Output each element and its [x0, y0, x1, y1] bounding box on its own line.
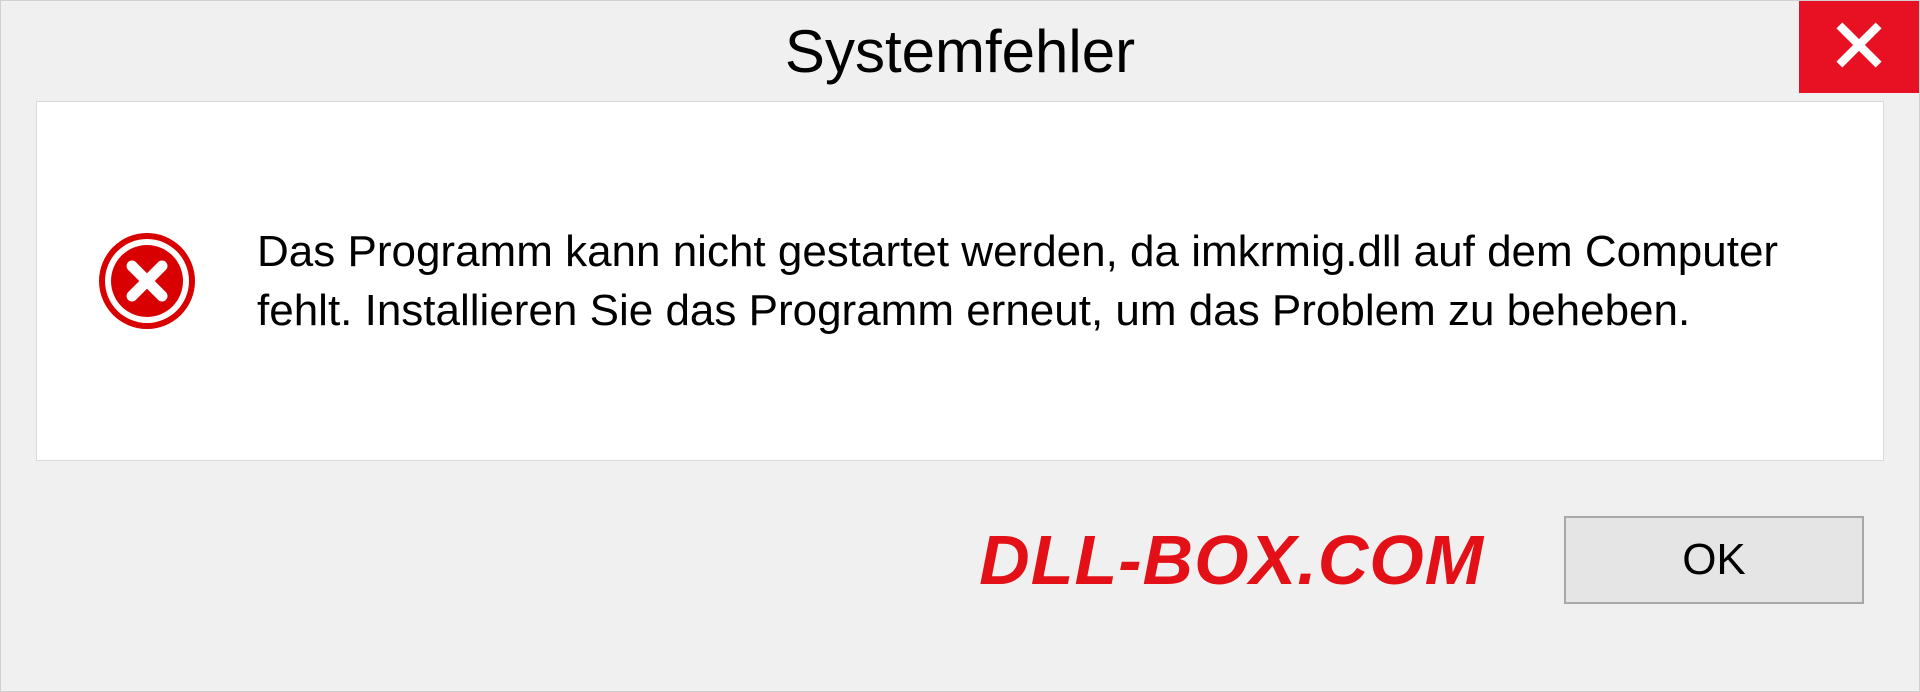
close-icon — [1834, 20, 1884, 75]
close-button[interactable] — [1799, 1, 1919, 93]
content-panel: Das Programm kann nicht gestartet werden… — [36, 101, 1884, 461]
dialog-footer: DLL-BOX.COM OK — [1, 496, 1919, 644]
error-message: Das Programm kann nicht gestartet werden… — [257, 222, 1823, 341]
system-error-dialog: Systemfehler Das Programm kann nicht ges… — [0, 0, 1920, 692]
watermark-text: DLL-BOX.COM — [979, 520, 1484, 600]
ok-button-label: OK — [1682, 535, 1746, 585]
error-icon — [97, 231, 197, 331]
ok-button[interactable]: OK — [1564, 516, 1864, 604]
titlebar: Systemfehler — [1, 1, 1919, 101]
dialog-title: Systemfehler — [785, 17, 1135, 86]
